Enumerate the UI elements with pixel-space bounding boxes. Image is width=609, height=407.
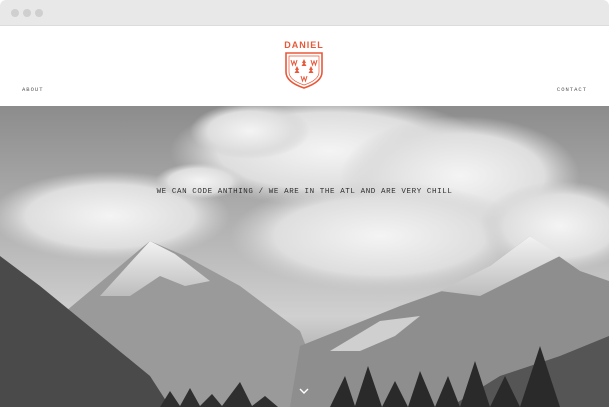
window-chrome	[0, 0, 609, 26]
window-dot-maximize[interactable]	[35, 9, 43, 17]
site-header: About DANIEL Contact	[0, 26, 609, 106]
window-dot-minimize[interactable]	[23, 9, 31, 17]
shield-crest-icon	[285, 52, 323, 89]
chevron-down-icon[interactable]	[298, 383, 310, 394]
window-dot-close[interactable]	[11, 9, 19, 17]
hero-tagline: We can code anthing / we are in the ATL …	[156, 188, 453, 196]
site-logo[interactable]: DANIEL	[282, 40, 326, 90]
browser-window: About DANIEL Contact	[0, 0, 609, 407]
hero-section: We can code anthing / we are in the ATL …	[0, 106, 609, 407]
nav-contact-link[interactable]: Contact	[557, 86, 587, 93]
nav-about-link[interactable]: About	[22, 86, 44, 93]
mountain-landscape-image	[0, 106, 609, 407]
